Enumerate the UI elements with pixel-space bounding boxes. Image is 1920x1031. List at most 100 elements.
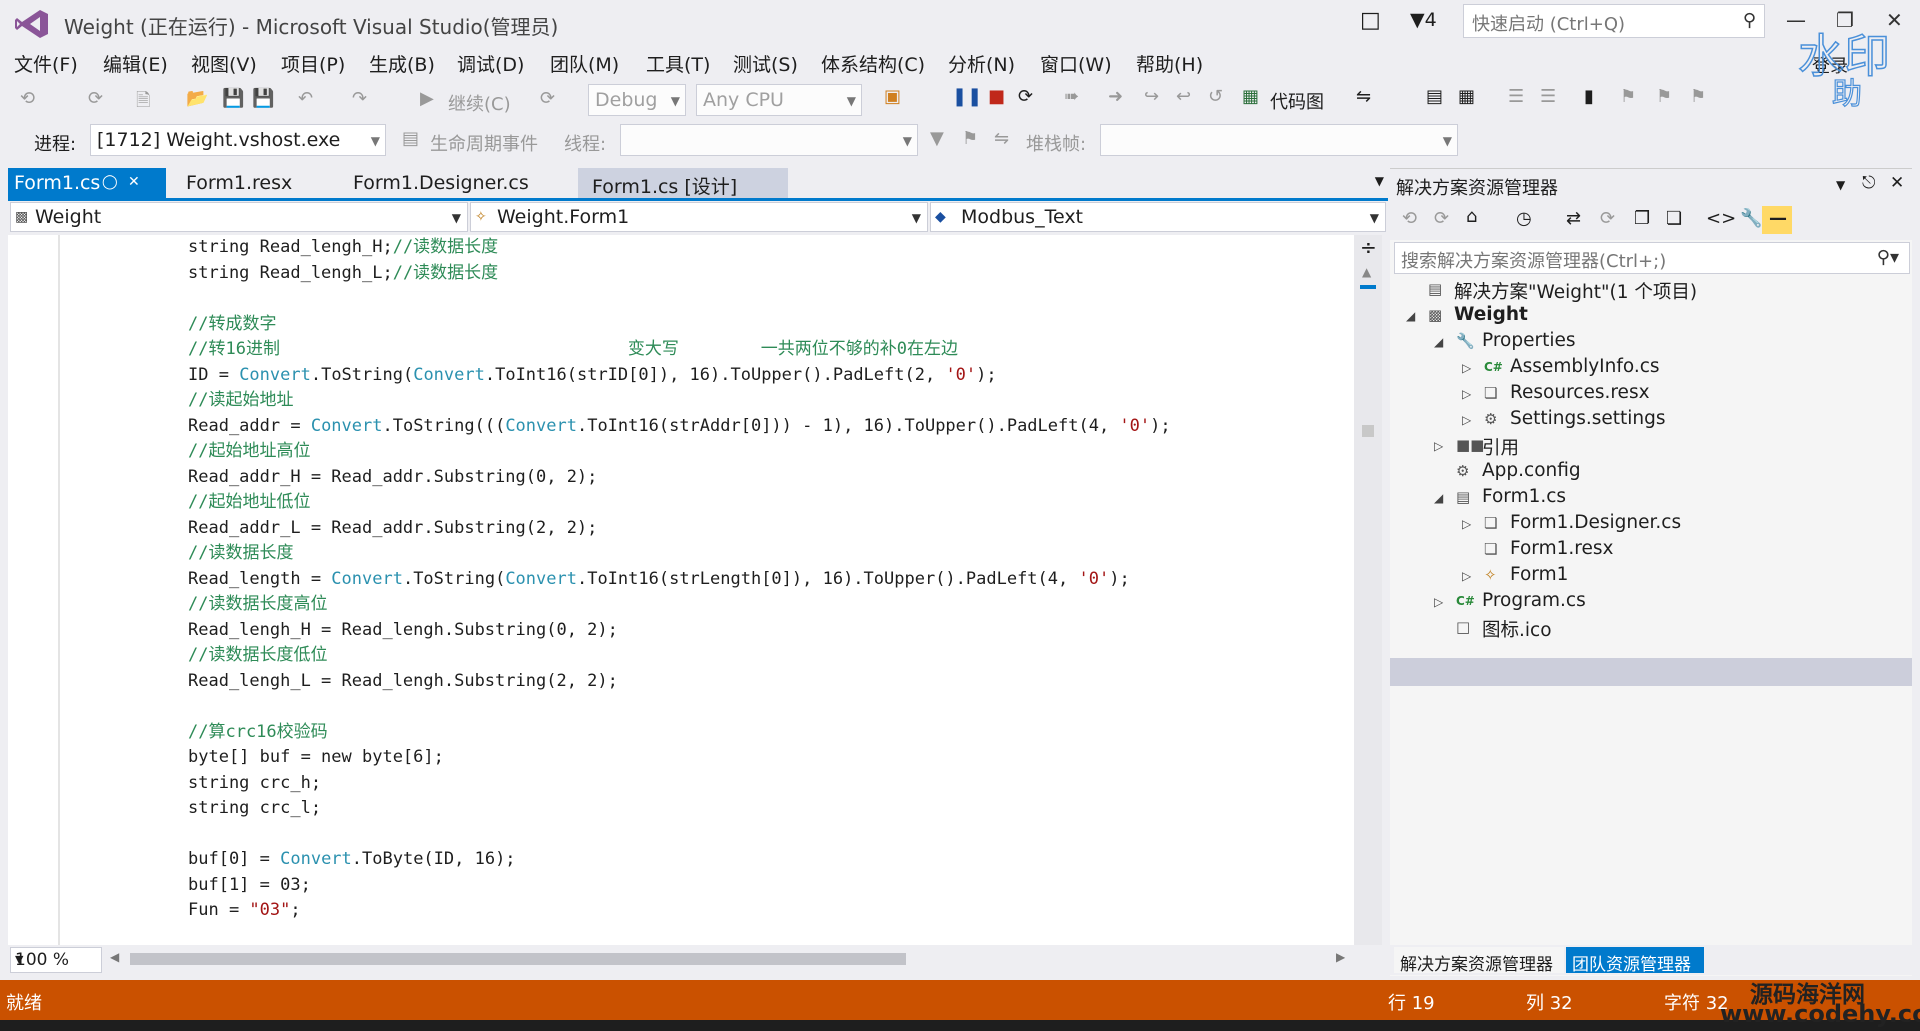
restart-icon[interactable]: ⟳ bbox=[1018, 86, 1033, 107]
solution-explorer-search[interactable]: 搜索解决方案资源管理器(Ctrl+;) ⚲▾ bbox=[1394, 242, 1910, 274]
menu-view[interactable]: 视图(V) bbox=[191, 50, 257, 77]
tree-item[interactable]: ▷ C# AssemblyInfo.cs bbox=[1390, 356, 1912, 382]
collapse-all-icon[interactable]: ❐ bbox=[1634, 208, 1650, 229]
tab-form1-resx[interactable]: Form1.resx bbox=[186, 168, 336, 198]
process-select[interactable]: [1712] Weight.vshost.exe ▼ bbox=[90, 124, 386, 156]
redo-step-icon[interactable]: ↺ bbox=[1208, 86, 1223, 107]
properties-icon[interactable]: 🔧 bbox=[1740, 208, 1762, 229]
member-nav-select[interactable]: ◆ Modbus_Text ▼ bbox=[930, 202, 1386, 232]
tab-form1-design[interactable]: Form1.cs [设计] bbox=[578, 168, 788, 198]
platform-select[interactable]: Any CPU ▼ bbox=[696, 84, 862, 116]
hot-reload-icon[interactable]: ➠ bbox=[1064, 86, 1079, 107]
diagnostics-icon[interactable]: ⇋ bbox=[1356, 86, 1371, 107]
close-tab-icon[interactable]: ✕ bbox=[128, 174, 140, 190]
tab-team-explorer[interactable]: 团队资源管理器 bbox=[1566, 947, 1704, 975]
threads-icon[interactable]: ▤ bbox=[1426, 86, 1443, 107]
sync-icon[interactable]: ◷ bbox=[1516, 208, 1532, 229]
pending-changes-icon[interactable]: ⟳ bbox=[1600, 208, 1615, 229]
tree-item[interactable]: ◢ ▩ Weight bbox=[1390, 304, 1912, 330]
tree-item[interactable]: ⚙ App.config bbox=[1390, 460, 1912, 486]
step-into-icon[interactable]: ➜ bbox=[1108, 86, 1123, 107]
redo-icon[interactable]: ↷ bbox=[352, 88, 367, 109]
tab-solution-explorer[interactable]: 解决方案资源管理器 bbox=[1394, 947, 1564, 975]
clear-bookmark-icon[interactable]: ⚑ bbox=[1690, 86, 1706, 107]
collapsed-arrow-icon[interactable]: ▷ bbox=[1462, 517, 1471, 531]
stack-frame-select[interactable]: ▼ bbox=[1100, 124, 1458, 156]
feedback-filter-icon[interactable]: ▼4 bbox=[1410, 9, 1437, 31]
menu-help[interactable]: 帮助(H) bbox=[1136, 50, 1203, 77]
zoom-select[interactable]: 100 % ▼ bbox=[10, 947, 102, 973]
continue-icon[interactable]: ▶ bbox=[420, 88, 434, 109]
split-icon[interactable]: ÷ bbox=[1360, 235, 1377, 259]
flag-icon[interactable]: ⚑ bbox=[962, 128, 978, 149]
close-panel-icon[interactable]: ✕ bbox=[1890, 173, 1904, 193]
menu-debug[interactable]: 调试(D) bbox=[457, 50, 524, 77]
tree-item[interactable]: ◢ ▤ Form1.cs bbox=[1390, 486, 1912, 512]
tree-item[interactable]: ▤ 解决方案"Weight"(1 个项目) bbox=[1390, 278, 1912, 304]
menu-test[interactable]: 测试(S) bbox=[733, 50, 798, 77]
undo-icon[interactable]: ↶ bbox=[298, 88, 313, 109]
menu-project[interactable]: 项目(P) bbox=[281, 50, 345, 77]
collapsed-arrow-icon[interactable]: ▷ bbox=[1434, 595, 1443, 609]
tree-item[interactable]: ▷ ⚙ Settings.settings bbox=[1390, 408, 1912, 434]
preview-selected-button[interactable]: — bbox=[1762, 206, 1792, 234]
code-editor[interactable]: string Read_lengh_H;//读数据长度 string Read_l… bbox=[8, 235, 1354, 945]
thread-select[interactable]: ▼ bbox=[620, 124, 918, 156]
save-all-icon[interactable]: 💾 bbox=[252, 88, 274, 109]
show-all-files-icon[interactable]: ❏ bbox=[1666, 208, 1682, 229]
expanded-arrow-icon[interactable]: ◢ bbox=[1434, 335, 1443, 349]
next-bookmark-icon[interactable]: ⚑ bbox=[1656, 86, 1672, 107]
prev-bookmark-icon[interactable]: ⚑ bbox=[1620, 86, 1636, 107]
scroll-right-icon[interactable]: ▶ bbox=[1336, 950, 1345, 964]
step-over-icon[interactable]: ↪ bbox=[1144, 86, 1159, 107]
new-project-icon[interactable]: 🗎 bbox=[136, 88, 150, 118]
forward-icon[interactable]: ⟳ bbox=[1434, 208, 1449, 229]
project-nav-select[interactable]: ▩ Weight ▼ bbox=[10, 202, 468, 232]
comment-icon[interactable]: ☰ bbox=[1508, 86, 1524, 107]
bookmark-icon[interactable]: ▮ bbox=[1584, 86, 1594, 107]
lifecycle-events-button[interactable]: 生命周期事件 bbox=[430, 130, 538, 156]
uncomment-icon[interactable]: ☰ bbox=[1540, 86, 1556, 107]
tab-form1-cs[interactable]: Form1.cs ◯ ✕ bbox=[8, 168, 166, 198]
tree-item[interactable]: ▷ ✧ Form1 bbox=[1390, 564, 1912, 590]
lifecycle-icon[interactable]: ▤ bbox=[402, 128, 419, 149]
threads-flag-icon[interactable]: ⇋ bbox=[994, 128, 1009, 149]
attach-icon[interactable]: ▣ bbox=[884, 86, 901, 107]
vertical-scrollbar[interactable]: ÷ ▲ bbox=[1354, 235, 1382, 945]
type-nav-select[interactable]: ✧ Weight.Form1 ▼ bbox=[470, 202, 928, 232]
tree-item[interactable]: ▷ ■■ 引用 bbox=[1390, 434, 1912, 460]
back-icon[interactable]: ⟲ bbox=[1402, 208, 1417, 229]
expanded-arrow-icon[interactable]: ◢ bbox=[1434, 491, 1443, 505]
tree-item[interactable]: ▷ C# Program.cs bbox=[1390, 590, 1912, 616]
home-icon[interactable]: ⌂ bbox=[1466, 206, 1477, 227]
collapsed-arrow-icon[interactable]: ▷ bbox=[1434, 439, 1443, 453]
pin-icon[interactable]: ◯ bbox=[102, 174, 118, 190]
menu-analyze[interactable]: 分析(N) bbox=[948, 50, 1015, 77]
expanded-arrow-icon[interactable]: ◢ bbox=[1406, 309, 1415, 323]
menu-build[interactable]: 生成(B) bbox=[369, 50, 435, 77]
panel-menu-icon[interactable]: ▼ bbox=[1836, 178, 1845, 192]
menu-team[interactable]: 团队(M) bbox=[550, 50, 619, 77]
tab-form1-designer-cs[interactable]: Form1.Designer.cs bbox=[353, 168, 553, 198]
notification-icon[interactable]: □ bbox=[1360, 8, 1381, 33]
quick-launch-input[interactable]: 快速启动 (Ctrl+Q) ⚲ bbox=[1463, 4, 1765, 38]
view-code-icon[interactable]: <> bbox=[1706, 208, 1736, 229]
solution-config-select[interactable]: Debug ▼ bbox=[588, 84, 686, 116]
scroll-up-icon[interactable]: ▲ bbox=[1362, 265, 1371, 279]
stop-icon[interactable]: ■ bbox=[988, 86, 1005, 107]
menu-edit[interactable]: 编辑(E) bbox=[103, 50, 168, 77]
open-file-icon[interactable]: 📂 bbox=[186, 88, 208, 109]
refresh-icon[interactable]: ⟳ bbox=[540, 88, 555, 109]
back-icon[interactable]: ⟲ bbox=[20, 88, 35, 109]
forward-icon[interactable]: ⟳ bbox=[88, 88, 103, 109]
pin-icon[interactable]: ⎋ bbox=[1862, 173, 1875, 193]
horizontal-scroll-thumb[interactable] bbox=[130, 953, 906, 965]
call-stack-icon[interactable]: ▦ bbox=[1458, 86, 1475, 107]
tree-item[interactable]: ◢ 🔧 Properties bbox=[1390, 330, 1912, 356]
tree-item[interactable]: □ 图标.ico bbox=[1390, 616, 1912, 642]
tree-item[interactable]: ▷ ❏ Form1.Designer.cs bbox=[1390, 512, 1912, 538]
code-map-button[interactable]: 代码图 bbox=[1270, 88, 1324, 114]
refresh-icon[interactable]: ⇄ bbox=[1566, 208, 1581, 229]
menu-window[interactable]: 窗口(W) bbox=[1040, 50, 1112, 77]
collapsed-arrow-icon[interactable]: ▷ bbox=[1462, 361, 1471, 375]
